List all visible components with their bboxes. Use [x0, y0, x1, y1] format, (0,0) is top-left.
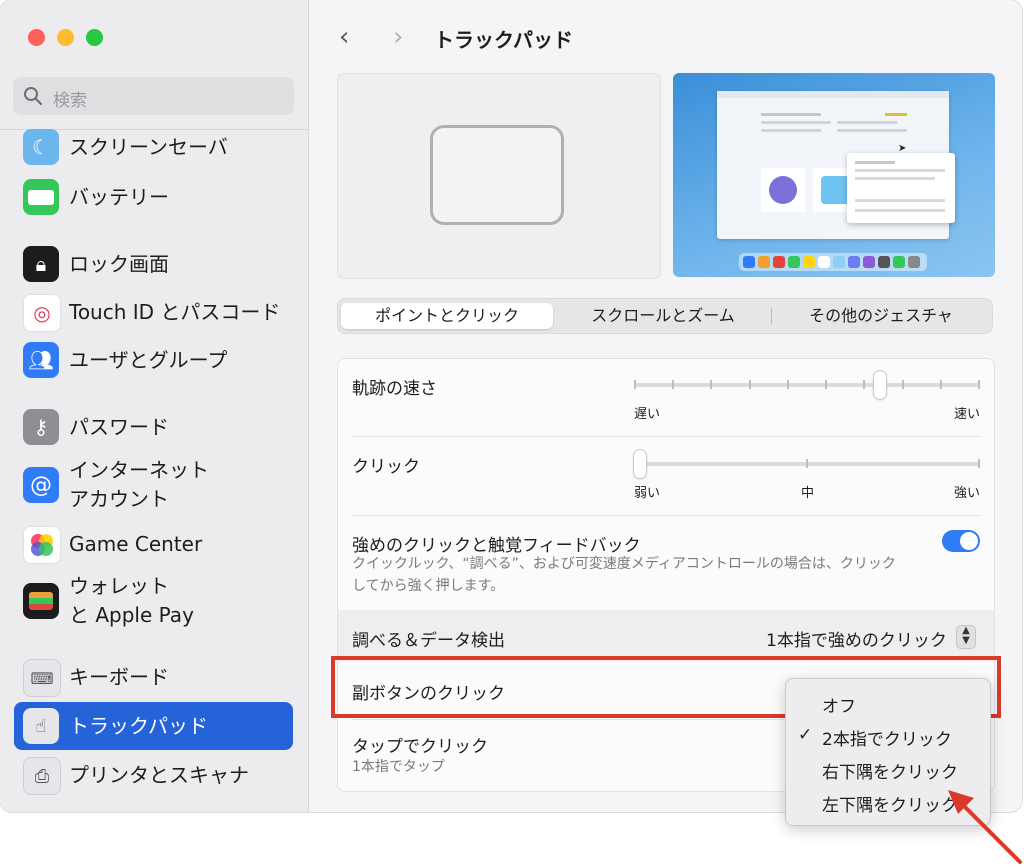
search-placeholder: 検索: [53, 91, 87, 111]
sidebar-item-label: トラックパッド: [69, 714, 208, 738]
slider-tick: [748, 380, 751, 389]
sidebar-item-label: パスワード: [69, 415, 169, 439]
sidebar-item-passwords[interactable]: ⚷ パスワード: [14, 407, 293, 447]
tracking-speed-slider[interactable]: [634, 369, 980, 403]
slider-tick: [825, 380, 828, 389]
sidebar-item-touch-id[interactable]: ◎ Touch ID とパスコード: [14, 292, 293, 332]
click-label: クリック: [352, 457, 420, 477]
sidebar-item-label: プリンタとスキャナ: [69, 763, 249, 787]
tracking-speed-max-label: 速い: [954, 407, 981, 422]
sidebar-item-label: ロック画面: [69, 252, 169, 276]
checkmark-icon: ✓: [798, 725, 813, 745]
gesture-preview-video: ➤: [673, 73, 995, 277]
click-min-label: 弱い: [634, 486, 661, 501]
click-mid-label: 中: [801, 486, 815, 501]
sidebar-item-label-line1: インターネット: [69, 458, 209, 482]
tap-to-click-description: 1本指でタップ: [352, 759, 445, 775]
battery-icon: [23, 179, 59, 215]
sidebar-item-internet-accounts[interactable]: @ インターネット アカウント: [14, 456, 293, 514]
trackpad-preview: [337, 73, 661, 279]
tab-more-gestures[interactable]: その他のジェスチャ: [773, 303, 989, 329]
minimize-window-button[interactable]: [57, 29, 74, 46]
tracking-speed-min-label: 遅い: [634, 407, 661, 422]
users-icon: 👥︎: [23, 342, 59, 378]
menu-option-two-finger-click[interactable]: 2本指でクリック: [822, 725, 952, 750]
slider-tick: [901, 380, 904, 389]
slider-tick: [863, 380, 866, 389]
force-click-description-line1: クイックルック、“調べる”、および可変速度メディアコントロールの場合は、クリック: [352, 556, 896, 572]
tab-divider: [771, 308, 772, 324]
lock-icon: 🔒︎: [23, 246, 59, 282]
sidebar-item-wallet[interactable]: ウォレット と Apple Pay: [14, 572, 293, 630]
sidebar-item-users[interactable]: 👥︎ ユーザとグループ: [14, 340, 293, 380]
sidebar-item-lock-screen[interactable]: 🔒︎ ロック画面: [14, 244, 293, 284]
slider-tick: [939, 380, 942, 389]
slider-tick: [978, 459, 980, 468]
lookup-row: 調べる＆データ検出 1本指で強めのクリック ▲ ▼: [338, 610, 994, 662]
sidebar-item-keyboard[interactable]: ⌨ キーボード: [14, 657, 293, 697]
row-divider: [352, 515, 980, 516]
click-pressure-slider[interactable]: [634, 448, 980, 482]
tracking-speed-label: 軌跡の速さ: [352, 379, 437, 399]
sidebar-item-game-center[interactable]: Game Center: [14, 524, 293, 564]
tab-bar: ポイントとクリック スクロールとズーム その他のジェスチャ: [337, 298, 993, 334]
annotation-arrow-icon: [948, 790, 1022, 864]
lookup-popup-stepper[interactable]: ▲ ▼: [956, 625, 976, 649]
sidebar: 検索 ☾ スクリーンセーバ バッテリー 🔒︎ ロック画面 ◎ Touch ID …: [0, 0, 309, 812]
printer-icon: ⎙: [23, 757, 61, 795]
sidebar-item-label-line2: と Apple Pay: [69, 603, 194, 627]
lookup-value[interactable]: 1本指で強めのクリック: [766, 626, 947, 651]
forward-button[interactable]: ›: [393, 22, 403, 52]
tab-point-and-click[interactable]: ポイントとクリック: [341, 303, 553, 329]
force-click-toggle[interactable]: [942, 530, 980, 552]
lookup-label: 調べる＆データ検出: [352, 631, 505, 651]
sidebar-item-label: バッテリー: [69, 185, 169, 209]
fingerprint-icon: ◎: [23, 294, 61, 332]
tap-to-click-label: タップでクリック: [352, 737, 488, 757]
sidebar-item-label: スクリーンセーバ: [69, 135, 228, 159]
sidebar-item-label: Game Center: [69, 532, 203, 556]
sidebar-item-battery[interactable]: バッテリー: [14, 177, 293, 217]
zoom-window-button[interactable]: [86, 29, 103, 46]
trackpad-illustration: [430, 125, 564, 225]
game-center-icon: [23, 526, 61, 564]
slider-tick: [786, 380, 789, 389]
trackpad-icon: ☝: [23, 708, 59, 744]
slider-tick: [634, 380, 636, 389]
slider-tick: [710, 380, 713, 389]
slider-tick: [806, 459, 808, 468]
dock: [739, 253, 927, 271]
tab-scroll-and-zoom[interactable]: スクロールとズーム: [556, 303, 770, 329]
sidebar-item-label-line1: ウォレット: [69, 574, 169, 598]
click-max-label: 強い: [954, 486, 981, 501]
screensaver-icon: ☾: [23, 129, 59, 165]
sidebar-item-label-line2: アカウント: [69, 487, 169, 511]
sidebar-item-printers[interactable]: ⎙ プリンタとスキャナ: [14, 755, 293, 795]
slider-knob[interactable]: [874, 371, 887, 399]
wallet-icon: [23, 583, 59, 619]
quick-look-popover: [847, 153, 955, 223]
sidebar-item-label: Touch ID とパスコード: [69, 300, 281, 324]
keyboard-icon: ⌨: [23, 659, 61, 697]
sidebar-item-label: ユーザとグループ: [69, 348, 228, 372]
back-button[interactable]: ‹: [339, 22, 349, 52]
row-divider: [352, 436, 980, 437]
sidebar-item-label: キーボード: [69, 665, 169, 689]
sidebar-item-screensaver[interactable]: ☾ スクリーンセーバ: [14, 128, 293, 166]
cursor-icon: ➤: [898, 143, 907, 154]
menu-option-bottom-right-corner[interactable]: 右下隅をクリック: [822, 758, 958, 783]
slider-knob[interactable]: [634, 450, 646, 478]
key-icon: ⚷: [23, 409, 59, 445]
slider-tick: [978, 380, 980, 389]
sidebar-item-trackpad[interactable]: ☝ トラックパッド: [14, 702, 293, 750]
slider-tick: [672, 380, 675, 389]
search-icon: [24, 87, 43, 106]
search-field[interactable]: 検索: [13, 77, 294, 115]
close-window-button[interactable]: [28, 29, 45, 46]
menu-option-off[interactable]: オフ: [822, 692, 856, 717]
at-icon: @: [23, 467, 59, 503]
page-title: トラックパッド: [434, 28, 573, 52]
force-click-description-line2: してから強く押します。: [352, 578, 505, 594]
